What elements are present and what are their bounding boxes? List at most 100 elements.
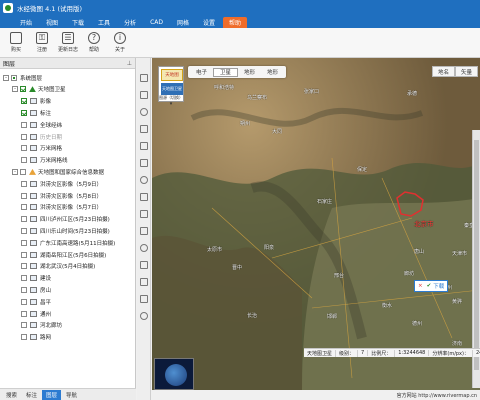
select-icon[interactable] [140,74,148,82]
layer-checkbox[interactable] [21,286,27,293]
layer-tree-item[interactable]: 四川泸州江区(5月23日拍摄) [21,214,110,225]
panel-tab-0[interactable]: 搜索 [2,390,21,400]
layer-tree-item[interactable]: 河北廊坊 [21,320,62,331]
download-button[interactable]: 下载 [433,282,444,290]
hand-icon[interactable] [140,91,148,99]
line-icon[interactable] [140,125,148,133]
menu-tab-5[interactable]: CAD [144,17,169,28]
layer-checkbox[interactable] [21,334,27,341]
layer-tree-item[interactable]: 湖北武汉(5月4日拍摄) [21,261,95,272]
collapse-icon[interactable]: - [12,86,18,93]
layer-tree-item[interactable]: 全球经纬 [21,119,62,130]
layer-checkbox[interactable] [21,145,27,152]
marker-icon[interactable] [140,108,148,116]
map-source-switcher[interactable]: 天地图 天地图卫星 图源（切换） ▾ [158,66,184,107]
layer-checkbox[interactable] [21,180,27,187]
map-type-3[interactable]: 地形 [261,68,284,77]
map-view[interactable]: 呼和浩特乌兰察布张家口承德大同朔州石家庄保定北京市天津市沧州太原市阳泉邢台衡水晋… [152,58,480,390]
layer-checkbox[interactable] [21,216,27,223]
layer-checkbox[interactable] [21,109,27,116]
toolbar-button-1[interactable]: ⚿ 注册 [30,28,54,57]
layer-label: 通州 [40,311,52,318]
layer-tree-item[interactable]: 昌平 [21,296,51,307]
layer-tree-item[interactable]: - 天地图和国家综合信息数据 [12,166,104,177]
layer-checkbox[interactable] [21,204,27,211]
layer-checkbox[interactable] [11,74,17,81]
layer-checkbox[interactable] [21,239,27,246]
layer-checkbox[interactable] [21,275,27,282]
elevation-icon[interactable] [140,261,148,269]
layer-tree-item[interactable]: 历史日期 [21,131,62,142]
layer-checkbox[interactable] [21,251,27,258]
settings-icon[interactable] [140,295,148,303]
circle-icon[interactable] [140,176,148,184]
map-type-1[interactable]: 卫星 [213,67,239,77]
base-button-0[interactable]: 地名 [431,66,455,77]
layer-tree-item[interactable]: - 天地图卫星 [12,84,66,95]
map-type-2[interactable]: 地形 [238,68,261,77]
layer-tree-item[interactable]: 路网 [21,332,51,343]
toolbar-button-4[interactable]: i 关于 [108,28,132,57]
toolbar-button-0[interactable]: 购买 [4,28,28,57]
panel-tab-2[interactable]: 图层 [42,389,62,400]
collapse-icon[interactable]: - [12,168,18,175]
menu-tab-0[interactable]: 开始 [14,17,38,28]
collapse-icon[interactable]: - [3,74,9,81]
layer-checkbox[interactable] [21,227,27,234]
layer-checkbox[interactable] [21,263,27,270]
layer-tree-item[interactable]: 标注 [21,107,51,118]
layer-tree-item[interactable]: 洪涝灾区影像（5月9日） [21,178,102,189]
menu-tab-1[interactable]: 视图 [40,17,64,28]
text-icon[interactable] [140,210,148,218]
arc-icon[interactable] [140,193,148,201]
layer-tree-item[interactable]: 四川乐山时间(5月23日拍摄) [21,225,110,236]
panel-tab-3[interactable]: 导航 [62,390,81,400]
layer-tree-item[interactable]: 建设 [21,273,51,284]
menu-tab-3[interactable]: 工具 [92,17,116,28]
layer-tree-item[interactable]: 湖南岳阳江区(5月6日拍摄) [21,249,106,260]
menu-tab-6[interactable]: 网格 [171,17,195,28]
layer-tree-item[interactable]: 洪涝灾区影像（5月7日） [21,202,102,213]
close-icon[interactable]: × [418,283,423,289]
layer-checkbox[interactable] [21,192,27,199]
map-type-0[interactable]: 电子 [190,68,213,77]
layer-tree-item[interactable]: 万米网格 [21,143,62,154]
layer-checkbox[interactable] [21,157,27,164]
scrollbar-thumb[interactable] [474,140,479,370]
panel-tab-1[interactable]: 标注 [22,390,41,400]
chevron-down-icon[interactable]: ▾ [159,101,183,107]
menu-tab-8[interactable]: 帮助 [223,17,248,28]
base-button-1[interactable]: 矢量 [454,66,478,77]
layer-tree-item[interactable]: 广东江南高速路(5月11日拍摄) [21,237,115,248]
help-icon[interactable] [140,312,148,320]
layer-tree-item[interactable]: 影像 [21,96,51,107]
layer-checkbox[interactable] [20,168,26,175]
layer-checkbox[interactable] [21,298,27,305]
toolbar-button-3[interactable]: ? 帮助 [82,28,106,57]
layers-icon[interactable] [140,278,148,286]
layer-tree-item[interactable]: 房山 [21,284,51,295]
area-icon[interactable] [140,244,148,252]
layer-tree-item[interactable]: 万米网格线 [21,155,68,166]
layer-checkbox[interactable] [20,86,26,93]
layer-checkbox[interactable] [21,121,27,128]
download-popup[interactable]: × ✔ 下载 [414,280,449,292]
ruler-icon[interactable] [140,227,148,235]
layer-checkbox[interactable] [21,322,27,329]
layer-checkbox[interactable] [21,133,27,140]
polygon-icon[interactable] [140,142,148,150]
pin-icon[interactable]: ⊥ [127,60,132,67]
toolbar-button-2[interactable]: ☰ 更新日志 [56,28,80,57]
layer-tree-item[interactable]: 通州 [21,308,51,319]
layer-checkbox[interactable] [21,98,27,105]
map-type-switch: 电子 卫星 地形 地形 [188,66,287,78]
overview-globe[interactable] [154,358,194,390]
menu-tab-2[interactable]: 下载 [66,17,90,28]
menu-tab-7[interactable]: 设置 [197,17,221,28]
layer-checkbox[interactable] [21,310,27,317]
website-link[interactable]: 官方网站 http://www.rivermap.cn [397,392,477,399]
menu-tab-4[interactable]: 分析 [118,17,142,28]
rectangle-icon[interactable] [140,159,148,167]
layer-tree-item[interactable]: - 系统图层 [3,72,42,83]
layer-tree-item[interactable]: 洪涝灾区影像（5月8日） [21,190,102,201]
